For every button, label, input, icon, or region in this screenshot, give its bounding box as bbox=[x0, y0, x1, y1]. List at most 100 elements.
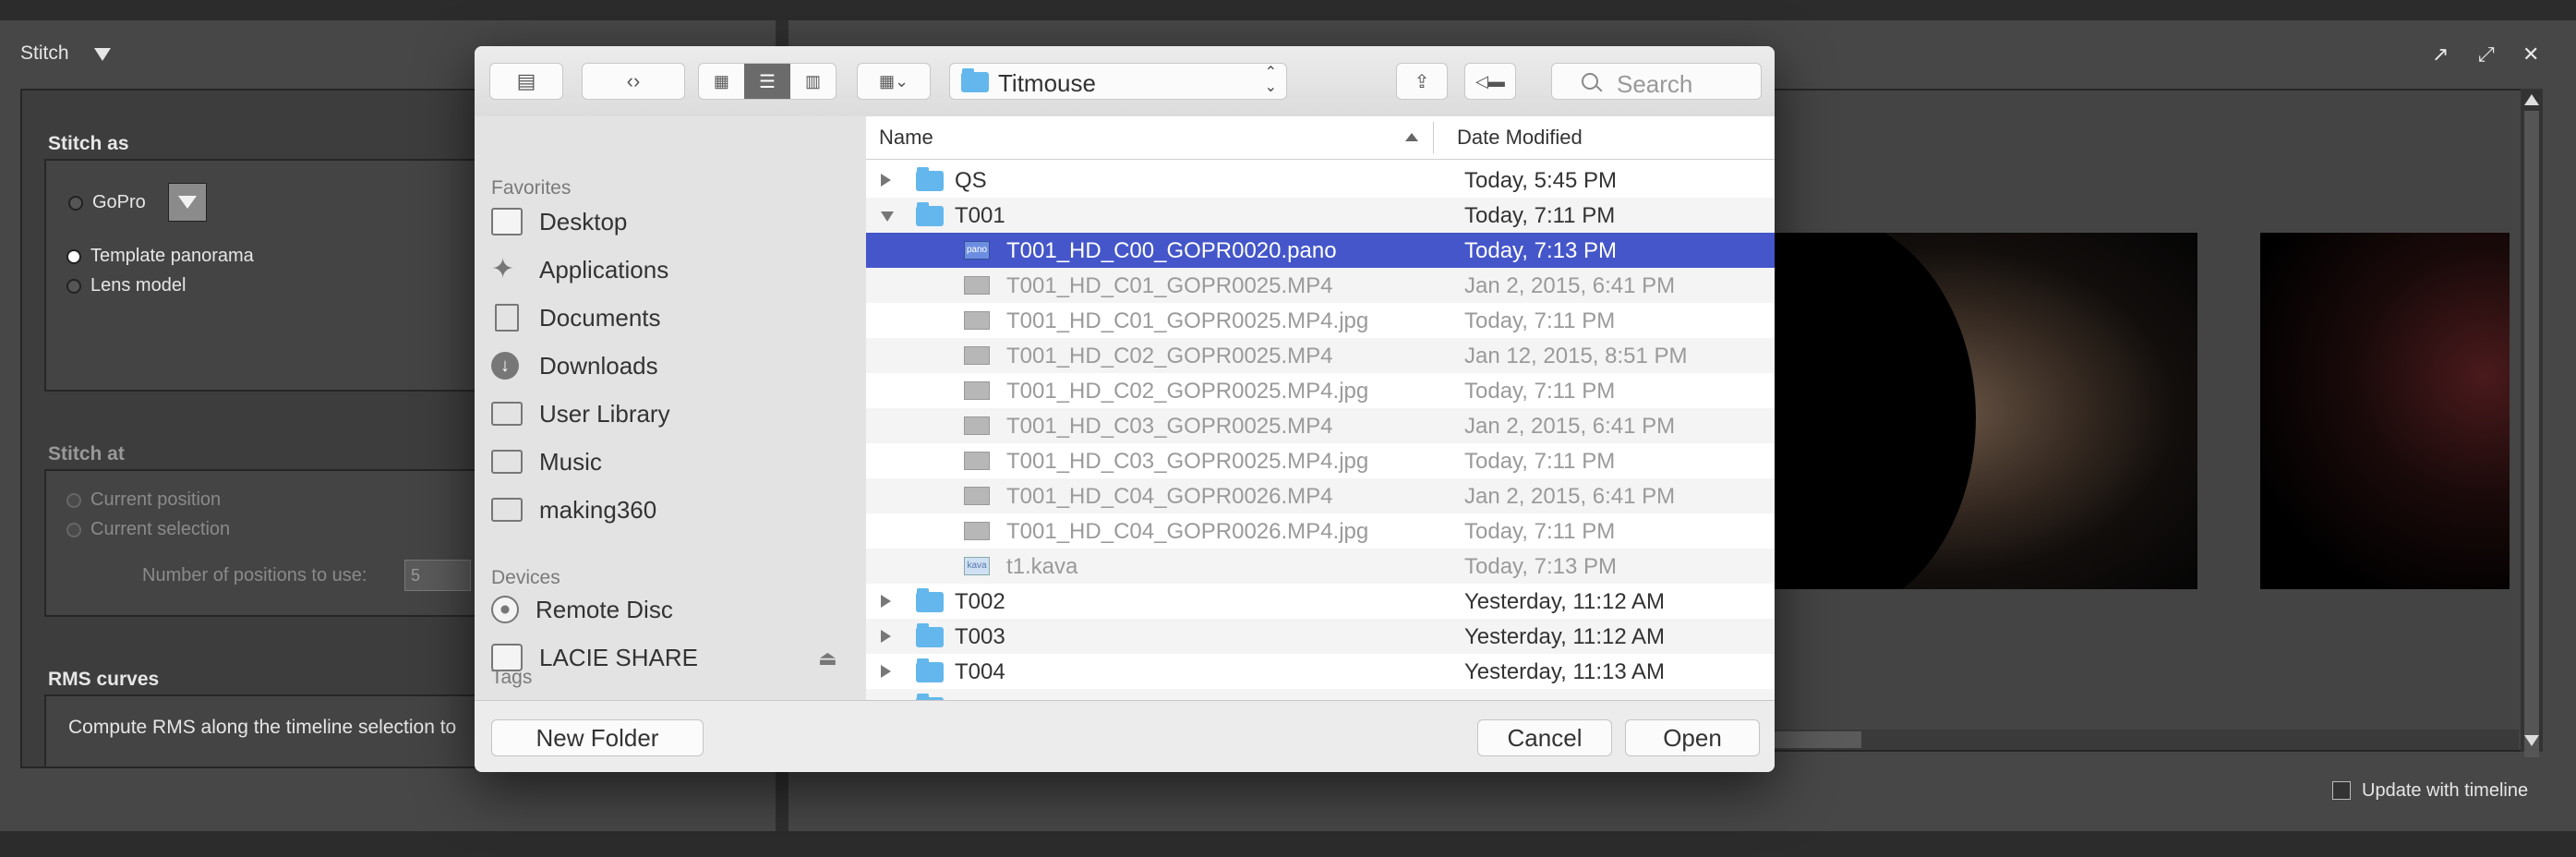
scroll-up-icon[interactable] bbox=[2524, 94, 2539, 105]
tags-header: Tags bbox=[491, 667, 533, 688]
sort-ascending-icon[interactable] bbox=[1405, 133, 1418, 141]
template-panorama-radio[interactable]: Template panorama bbox=[66, 246, 254, 267]
sidebar-item-making360[interactable]: making360 bbox=[491, 491, 656, 528]
back-chevron-icon[interactable]: ‹ bbox=[627, 64, 633, 99]
arrange-icon: ▦⌄ bbox=[878, 71, 909, 91]
tags-button[interactable]: ◁▬ bbox=[1464, 63, 1516, 100]
date-column-header[interactable]: Date Modified bbox=[1457, 126, 1583, 150]
horizontal-scrollbar[interactable] bbox=[1773, 730, 2519, 750]
gopro-dropdown-button[interactable] bbox=[168, 183, 207, 222]
column-separator[interactable] bbox=[1433, 122, 1434, 153]
location-popup[interactable]: Titmouse ⌃ ⌄ bbox=[949, 63, 1287, 100]
stitch-menu-dropdown-icon[interactable] bbox=[94, 48, 111, 61]
search-input[interactable]: Search bbox=[1551, 63, 1762, 100]
sidebar-item-label: Downloads bbox=[539, 351, 658, 380]
search-placeholder: Search bbox=[1617, 70, 1693, 98]
popout-icon[interactable]: ↗ bbox=[2432, 42, 2449, 66]
disclosure-triangle-icon[interactable] bbox=[881, 211, 894, 222]
sidebar-item-documents[interactable]: Documents bbox=[491, 299, 661, 336]
gopro-radio[interactable]: GoPro bbox=[68, 192, 146, 213]
scroll-thumb[interactable] bbox=[1773, 731, 1861, 748]
scroll-down-icon[interactable] bbox=[2524, 735, 2539, 746]
scroll-thumb[interactable] bbox=[2524, 111, 2539, 757]
sidebar-item-label: Applications bbox=[539, 255, 669, 284]
name-column-header[interactable]: Name bbox=[879, 126, 933, 150]
dialog-footer: New Folder Cancel Open bbox=[475, 700, 1775, 772]
radio-icon bbox=[66, 278, 81, 294]
maximize-icon[interactable]: ⤢ bbox=[2478, 42, 2495, 66]
sidebar-item-desktop[interactable]: Desktop bbox=[491, 203, 627, 240]
view-mode-segment: ▦ ☰ ▥ bbox=[698, 63, 837, 100]
file-name: T001_HD_C04_GOPR0026.MP4.jpg bbox=[1006, 519, 1369, 544]
open-file-dialog: ▤ ‹ › ▦ ☰ ▥ ▦⌄ Titmouse ⌃ ⌄ ⇪ ◁▬ Search Fa… bbox=[475, 46, 1775, 772]
stitch-menu-label[interactable]: Stitch bbox=[20, 42, 69, 65]
vertical-scrollbar[interactable] bbox=[2521, 89, 2543, 757]
folder-icon bbox=[491, 450, 523, 474]
sidebar-item-label: making360 bbox=[539, 495, 657, 524]
list-item[interactable]: pano T001_HD_C00_GOPR0020.pano Today, 7:13… bbox=[866, 233, 1775, 268]
file-name: t1.kava bbox=[1006, 554, 1078, 579]
list-item: kava t1.kava Today, 7:13 PM bbox=[866, 549, 1775, 584]
folder-icon bbox=[916, 658, 944, 682]
radio-icon bbox=[68, 195, 83, 211]
sidebar-item-user-library[interactable]: User Library bbox=[491, 395, 670, 432]
update-with-timeline-checkbox[interactable] bbox=[2332, 781, 2351, 800]
list-item[interactable]: T004 Yesterday, 11:13 AM bbox=[866, 654, 1775, 689]
file-name: QS bbox=[955, 168, 987, 193]
list-view-icon[interactable]: ☰ bbox=[743, 64, 791, 99]
pano-file-icon: pano bbox=[964, 241, 990, 260]
list-item: T001_HD_C03_GOPR0025.MP4 Jan 2, 2015, 6:4… bbox=[866, 408, 1775, 443]
file-date: Yesterday, 11:12 AM bbox=[1464, 624, 1666, 649]
file-date: Today, 5:45 PM bbox=[1464, 168, 1617, 193]
forward-chevron-icon[interactable]: › bbox=[633, 64, 640, 99]
new-folder-button[interactable]: New Folder bbox=[491, 719, 704, 756]
disclosure-triangle-icon[interactable] bbox=[881, 174, 891, 187]
sidebar-item-downloads[interactable]: ↓ Downloads bbox=[491, 347, 658, 384]
arrange-button[interactable]: ▦⌄ bbox=[857, 63, 931, 100]
lens-model-radio[interactable]: Lens model bbox=[66, 275, 186, 296]
sidebar-icon: ▤ bbox=[516, 69, 536, 92]
file-name: T001_HD_C02_GOPR0025.MP4 bbox=[1006, 344, 1333, 368]
list-item: T001_HD_C04_GOPR0026.MP4 Jan 2, 2015, 6:4… bbox=[866, 478, 1775, 513]
close-icon[interactable]: ✕ bbox=[2522, 42, 2539, 66]
list-item[interactable]: T001 Today, 7:11 PM bbox=[866, 198, 1775, 233]
open-button[interactable]: Open bbox=[1625, 719, 1760, 756]
column-view-icon[interactable]: ▥ bbox=[790, 64, 836, 99]
cancel-button[interactable]: Cancel bbox=[1477, 719, 1612, 756]
sidebar-item-music[interactable]: Music bbox=[491, 443, 602, 480]
list-item: T001_HD_C04_GOPR0026.MP4.jpg Today, 7:11 … bbox=[866, 513, 1775, 549]
share-button[interactable]: ⇪ bbox=[1396, 63, 1448, 100]
file-date: Today, 7:11 PM bbox=[1464, 203, 1616, 228]
positions-label: Number of positions to use: bbox=[142, 565, 367, 585]
current-selection-radio[interactable]: Current selection bbox=[66, 519, 230, 540]
stitch-at-title: Stitch at bbox=[48, 443, 125, 465]
disclosure-triangle-icon[interactable] bbox=[881, 665, 891, 678]
search-icon bbox=[1582, 73, 1598, 90]
file-date: Today, 7:11 PM bbox=[1464, 308, 1616, 333]
current-position-radio[interactable]: Current position bbox=[66, 489, 221, 511]
sidebar-toggle-button[interactable]: ▤ bbox=[489, 63, 563, 100]
folder-icon bbox=[916, 623, 944, 647]
disclosure-triangle-icon[interactable] bbox=[881, 595, 891, 608]
list-item[interactable]: QS Today, 5:45 PM bbox=[866, 163, 1775, 198]
list-item[interactable]: T002 Yesterday, 11:12 AM bbox=[866, 584, 1775, 619]
icon-view-icon[interactable]: ▦ bbox=[699, 64, 744, 99]
file-name: T003 bbox=[955, 624, 1005, 649]
video-file-icon bbox=[964, 276, 990, 295]
folder-icon bbox=[961, 68, 989, 92]
file-date: Yesterday, 11:13 AM bbox=[1464, 659, 1666, 684]
radio-icon bbox=[66, 492, 81, 508]
dialog-toolbar: ▤ ‹ › ▦ ☰ ▥ ▦⌄ Titmouse ⌃ ⌄ ⇪ ◁▬ Search bbox=[475, 46, 1775, 117]
sidebar-item-remote-disc[interactable]: Remote Disc bbox=[491, 591, 673, 628]
list-item[interactable]: T003 Yesterday, 11:12 AM bbox=[866, 619, 1775, 654]
sidebar-item-applications[interactable]: ✦ Applications bbox=[491, 251, 668, 288]
file-name: T001_HD_C00_GOPR0020.pano bbox=[1006, 238, 1337, 263]
eject-icon[interactable]: ⏏ bbox=[818, 646, 837, 670]
positions-stepper[interactable]: 5 bbox=[404, 560, 471, 591]
file-date: Today, 7:13 PM bbox=[1464, 554, 1617, 579]
radio-icon bbox=[66, 522, 81, 537]
file-list: Name Date Modified QS Today, 5:45 PM T001… bbox=[866, 116, 1775, 700]
folder-icon bbox=[916, 588, 944, 612]
disclosure-triangle-icon[interactable] bbox=[881, 630, 891, 643]
stitch-as-title: Stitch as bbox=[48, 133, 129, 154]
